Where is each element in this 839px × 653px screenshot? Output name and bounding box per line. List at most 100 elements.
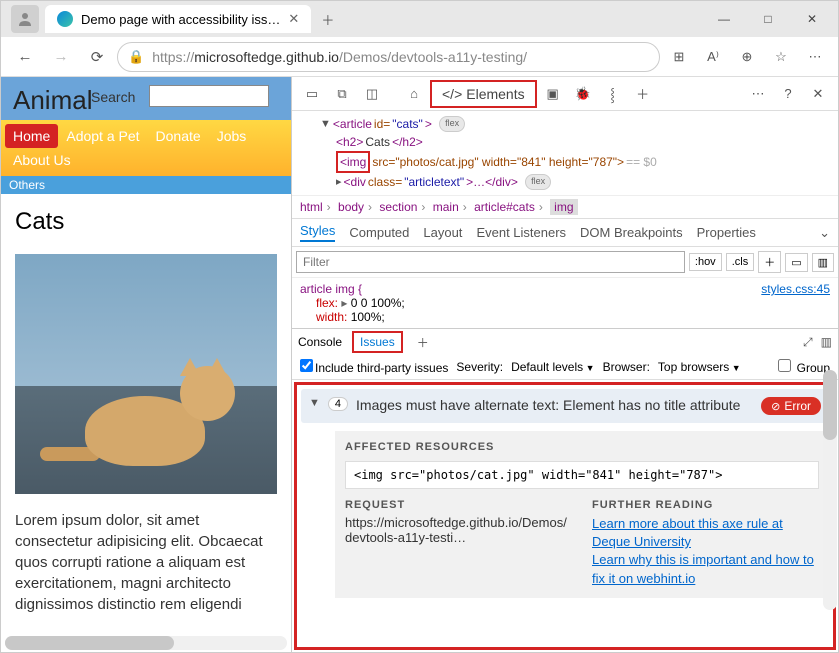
cls-button[interactable]: .cls bbox=[726, 253, 755, 271]
new-tab-button[interactable]: ＋ bbox=[311, 10, 344, 29]
tab-styles[interactable]: Styles bbox=[300, 223, 335, 242]
issue-detail: AFFECTED RESOURCES <img src="photos/cat.… bbox=[335, 431, 829, 598]
profile-button[interactable] bbox=[11, 5, 39, 33]
reading-heading: FURTHER READING bbox=[592, 499, 819, 511]
issue-count-badge: 4 bbox=[328, 397, 348, 411]
code-icon: </> bbox=[442, 86, 462, 102]
shopping-icon[interactable]: ⊞ bbox=[664, 42, 694, 72]
third-party-checkbox[interactable]: Include third-party issues bbox=[300, 359, 448, 375]
styles-filter-bar: :hov .cls ＋ ▭ ▥ bbox=[292, 247, 838, 278]
url-text: https://microsoftedge.github.io/Demos/de… bbox=[152, 49, 649, 65]
forward-button: → bbox=[45, 41, 77, 73]
dock-icon[interactable]: ◫ bbox=[358, 80, 386, 108]
favorite-icon[interactable]: ☆ bbox=[766, 42, 796, 72]
search-input[interactable] bbox=[149, 85, 269, 107]
new-style-button[interactable]: ＋ bbox=[758, 251, 781, 273]
request-heading: REQUEST bbox=[345, 499, 572, 511]
nav-donate[interactable]: Donate bbox=[148, 124, 209, 148]
maximize-button[interactable]: □ bbox=[746, 4, 790, 34]
close-window-button[interactable]: ✕ bbox=[790, 4, 834, 34]
refresh-button[interactable]: ⟳ bbox=[81, 41, 113, 73]
selected-img-node[interactable]: <img src="photos/cat.jpg" width="841" he… bbox=[300, 151, 830, 173]
toggle-button[interactable]: ▭ bbox=[785, 253, 807, 272]
tab-properties[interactable]: Properties bbox=[697, 225, 756, 240]
issues-area: ▼ 4 Images must have alternate text: Ele… bbox=[294, 382, 836, 650]
browser-label: Browser: bbox=[603, 360, 650, 374]
issue-title: Images must have alternate text: Element… bbox=[356, 397, 753, 413]
vertical-scrollbar[interactable] bbox=[823, 370, 837, 610]
drawer-dock-icon[interactable]: ▥ bbox=[821, 335, 832, 350]
page-main: Cats Lorem ipsum dolor, sit amet consect… bbox=[1, 194, 291, 629]
severity-label: Severity: bbox=[456, 360, 503, 374]
nav-jobs[interactable]: Jobs bbox=[209, 124, 255, 148]
source-link[interactable]: styles.css:45 bbox=[761, 282, 830, 296]
devtools-panel: ▭ ⧉ ◫ ⌂ </> Elements ▣ 🐞 ⸾ ＋ ⋯ ? ✕ ▼<art bbox=[291, 77, 838, 652]
collections-icon[interactable]: ⊕ bbox=[732, 42, 762, 72]
pane-button[interactable]: ▥ bbox=[812, 253, 834, 272]
devtools-toolbar: ▭ ⧉ ◫ ⌂ </> Elements ▣ 🐞 ⸾ ＋ ⋯ ? ✕ bbox=[292, 77, 838, 111]
tab-close-icon[interactable]: ✕ bbox=[288, 11, 299, 27]
read-aloud-icon[interactable]: A⁾ bbox=[698, 42, 728, 72]
tab-issues[interactable]: Issues bbox=[352, 331, 403, 353]
edge-favicon bbox=[57, 11, 73, 27]
devtools-close-icon[interactable]: ✕ bbox=[804, 80, 832, 108]
nav-home[interactable]: Home bbox=[5, 124, 58, 148]
main-nav: Home Adopt a Pet Donate Jobs About Us bbox=[1, 120, 291, 176]
address-bar: ← → ⟳ 🔒 https://microsoftedge.github.io/… bbox=[1, 37, 838, 77]
nav-about[interactable]: About Us bbox=[5, 148, 79, 172]
network-icon[interactable]: ⸾ bbox=[599, 80, 627, 108]
inspect-icon[interactable]: ▭ bbox=[298, 80, 326, 108]
console-icon[interactable]: ▣ bbox=[539, 80, 567, 108]
help-icon[interactable]: ? bbox=[774, 80, 802, 108]
hov-button[interactable]: :hov bbox=[689, 253, 722, 271]
tab-computed[interactable]: Computed bbox=[349, 225, 409, 240]
error-badge: Error bbox=[761, 397, 821, 415]
browser-tab[interactable]: Demo page with accessibility iss… ✕ bbox=[45, 5, 311, 33]
issue-card[interactable]: ▼ 4 Images must have alternate text: Ele… bbox=[301, 389, 829, 423]
tab-console[interactable]: Console bbox=[298, 335, 342, 349]
nav-adopt[interactable]: Adopt a Pet bbox=[58, 124, 147, 148]
styles-tabs: Styles Computed Layout Event Listeners D… bbox=[292, 219, 838, 247]
page-heading: Cats bbox=[15, 208, 277, 236]
affected-code[interactable]: <img src="photos/cat.jpg" width="841" he… bbox=[345, 461, 819, 489]
dom-tree[interactable]: ▼<article id="cats"> flex <h2>Cats</h2> … bbox=[292, 111, 838, 195]
breadcrumb[interactable]: html› body› section› main› article#cats›… bbox=[292, 195, 838, 219]
more-tabs-icon[interactable]: ＋ bbox=[629, 80, 657, 108]
menu-icon[interactable]: ⋯ bbox=[800, 42, 830, 72]
url-field[interactable]: 🔒 https://microsoftedge.github.io/Demos/… bbox=[117, 42, 660, 72]
title-bar: Demo page with accessibility iss… ✕ ＋ — … bbox=[1, 1, 838, 37]
device-icon[interactable]: ⧉ bbox=[328, 80, 356, 108]
severity-dropdown[interactable]: Default levels bbox=[511, 360, 594, 374]
cat-image bbox=[15, 254, 277, 494]
reading-link-1[interactable]: Learn more about this axe rule at Deque … bbox=[592, 515, 819, 551]
search-label: Search bbox=[91, 89, 135, 105]
welcome-icon[interactable]: ⌂ bbox=[400, 80, 428, 108]
elements-tab[interactable]: </> Elements bbox=[430, 80, 537, 108]
tab-event-listeners[interactable]: Event Listeners bbox=[476, 225, 566, 240]
tab-title: Demo page with accessibility iss… bbox=[81, 12, 280, 27]
back-button[interactable]: ← bbox=[9, 41, 41, 73]
minimize-button[interactable]: — bbox=[702, 4, 746, 34]
chevron-icon[interactable]: ⌄ bbox=[819, 225, 830, 241]
add-drawer-tab-icon[interactable]: ＋ bbox=[413, 334, 433, 351]
horizontal-scrollbar[interactable] bbox=[5, 636, 287, 650]
styles-filter-input[interactable] bbox=[296, 251, 685, 273]
css-rule[interactable]: styles.css:45 article img { flex: ▸ 0 0 … bbox=[292, 278, 838, 328]
group-checkbox[interactable] bbox=[778, 359, 791, 372]
browser-window: Demo page with accessibility iss… ✕ ＋ — … bbox=[0, 0, 839, 653]
site-banner: Animal Search bbox=[1, 77, 291, 120]
devtools-menu-icon[interactable]: ⋯ bbox=[744, 80, 772, 108]
sources-icon[interactable]: 🐞 bbox=[569, 80, 597, 108]
browser-dropdown[interactable]: Top browsers bbox=[658, 360, 741, 374]
chevron-down-icon[interactable]: ▼ bbox=[309, 397, 320, 409]
reading-link-2[interactable]: Learn why this is important and how to f… bbox=[592, 551, 819, 587]
rendered-page: Animal Search Home Adopt a Pet Donate Jo… bbox=[1, 77, 291, 652]
others-bar[interactable]: Others bbox=[1, 176, 291, 194]
elements-tab-label: Elements bbox=[466, 86, 524, 102]
tab-dom-breakpoints[interactable]: DOM Breakpoints bbox=[580, 225, 683, 240]
request-url[interactable]: https://microsoftedge.github.io/Demos/de… bbox=[345, 515, 572, 545]
affected-heading: AFFECTED RESOURCES bbox=[345, 441, 819, 453]
tab-layout[interactable]: Layout bbox=[423, 225, 462, 240]
paragraph: Lorem ipsum dolor, sit amet consectetur … bbox=[15, 510, 277, 615]
drawer-expand-icon[interactable]: ⤢ bbox=[803, 335, 813, 350]
